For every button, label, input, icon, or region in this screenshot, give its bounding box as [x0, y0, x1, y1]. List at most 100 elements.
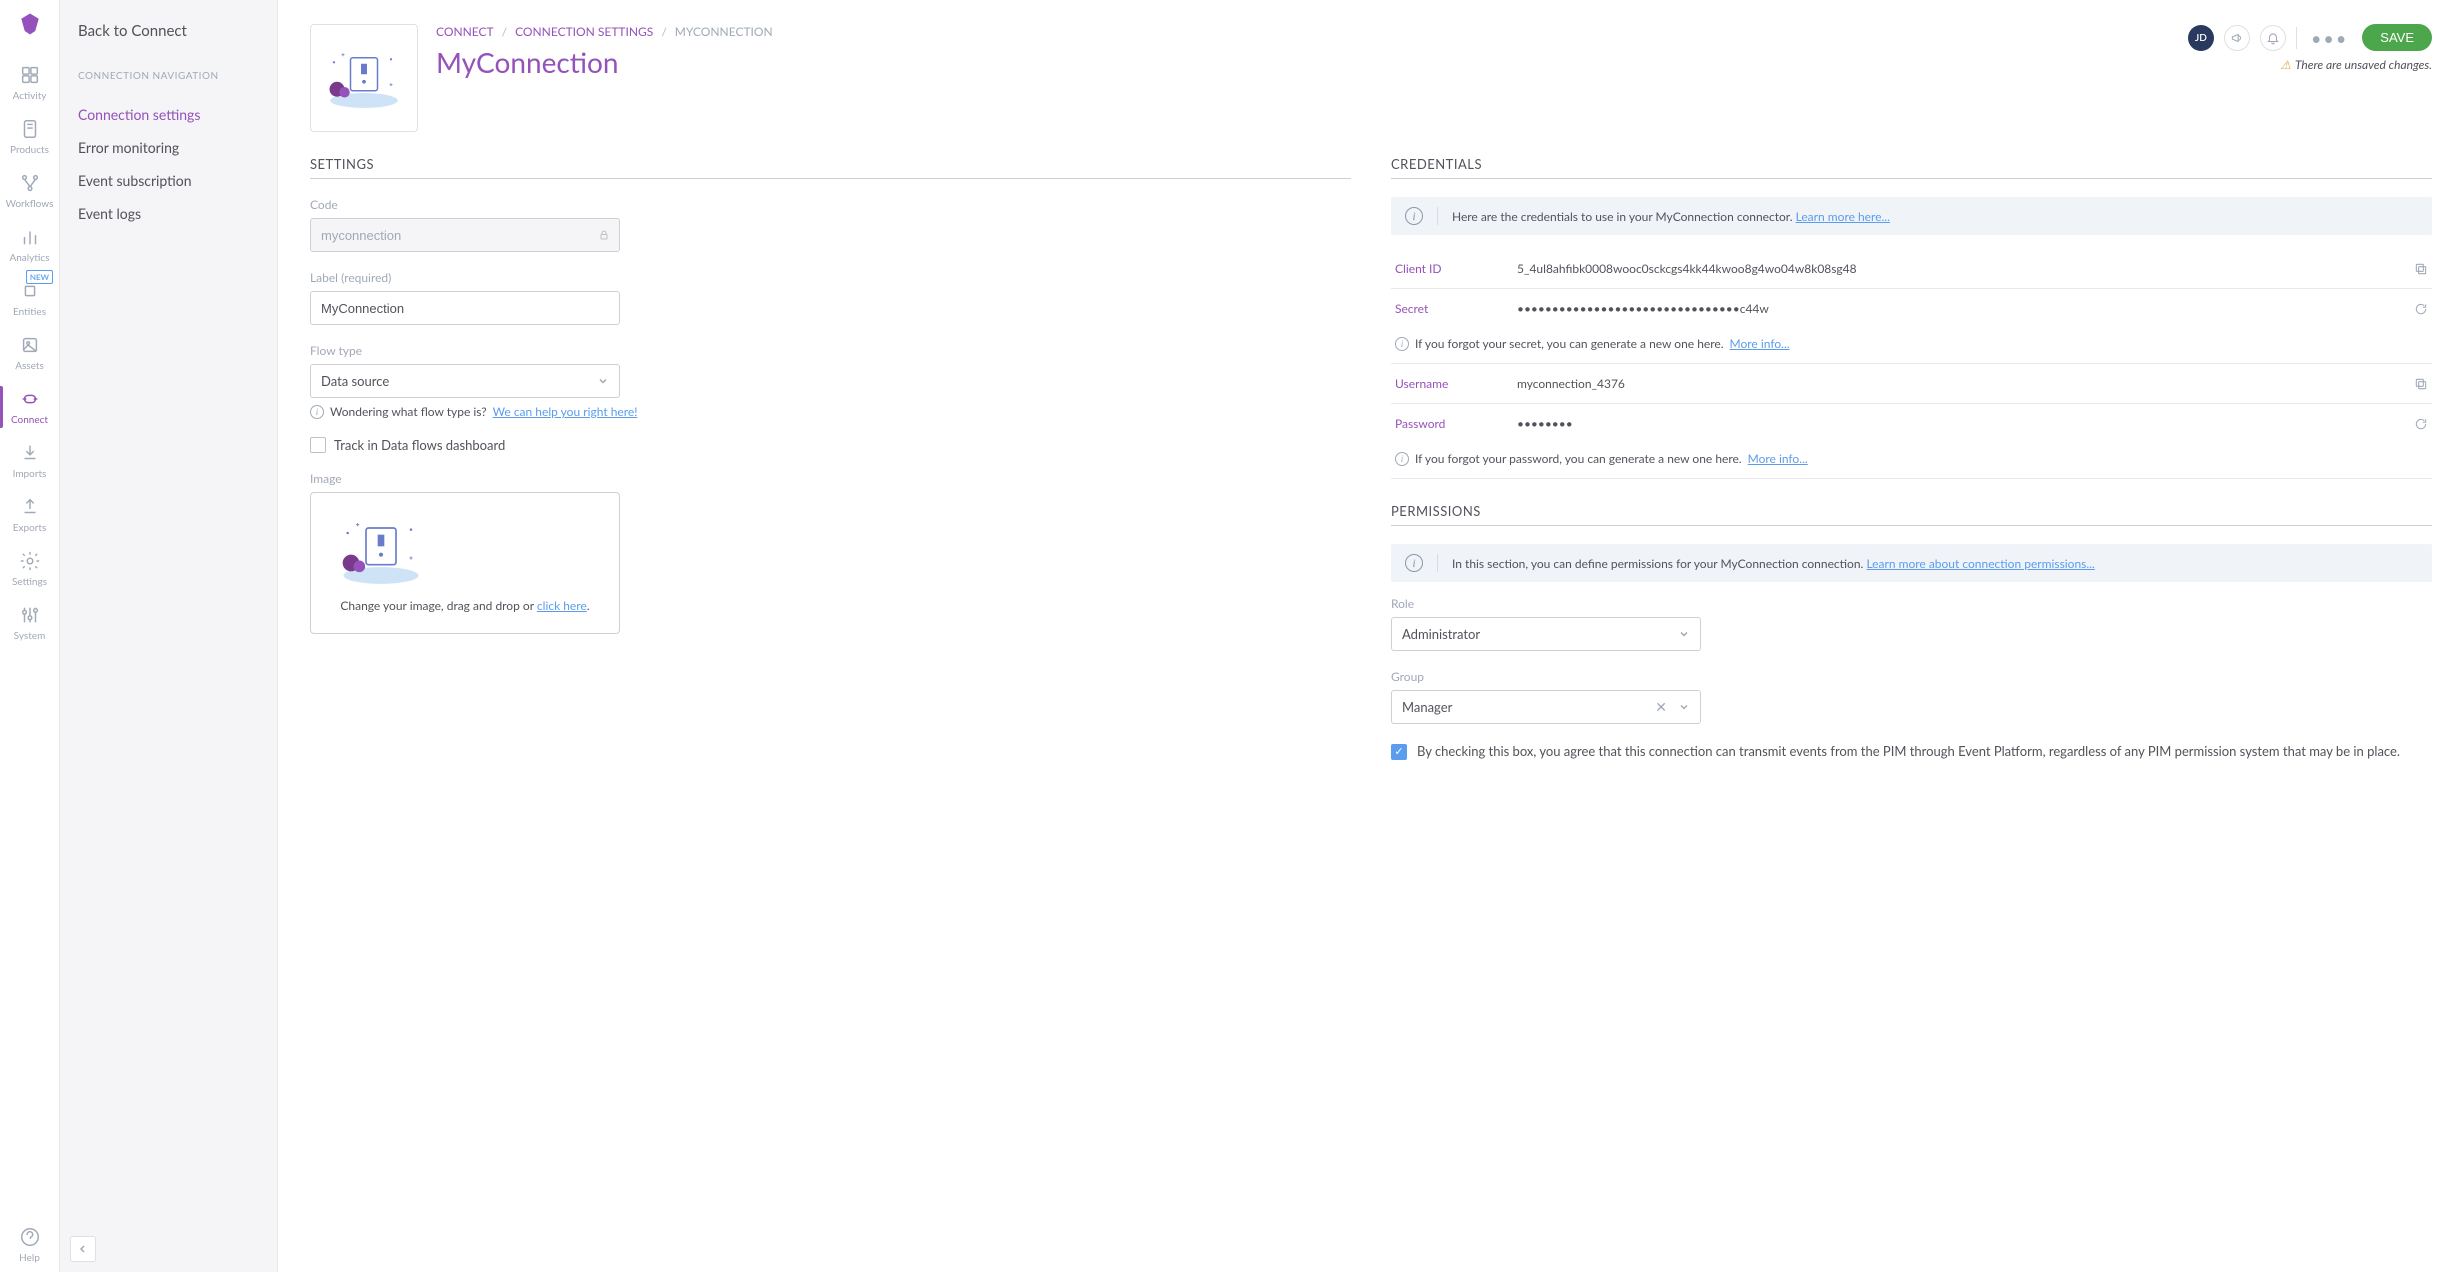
- page-title: MyConnection: [436, 45, 2170, 79]
- client-id-label: Client ID: [1395, 261, 1505, 276]
- image-label: Image: [310, 471, 1351, 486]
- secondary-nav: Back to Connect CONNECTION NAVIGATION Co…: [60, 0, 278, 1272]
- secnav-event-subscription[interactable]: Event subscription: [78, 164, 259, 197]
- content-area: CONNECT / CONNECTION SETTINGS / MYCONNEC…: [278, 0, 2464, 1272]
- breadcrumb-current: MYCONNECTION: [675, 24, 773, 39]
- image-click-here-link[interactable]: click here: [537, 598, 587, 613]
- info-icon: i: [1405, 207, 1423, 225]
- nav-settings[interactable]: Settings: [0, 542, 59, 596]
- nav-label: Imports: [13, 468, 47, 480]
- secret-value: ••••••••••••••••••••••••••••••••c44w: [1517, 301, 2402, 316]
- breadcrumb-connect[interactable]: CONNECT: [436, 24, 494, 39]
- agree-text: By checking this box, you agree that thi…: [1417, 742, 2400, 760]
- info-icon: i: [1395, 452, 1409, 466]
- password-help-text: If you forgot your password, you can gen…: [1415, 451, 1742, 466]
- connection-thumbnail: [310, 24, 418, 132]
- credentials-learn-more-link[interactable]: Learn more here...: [1796, 209, 1890, 224]
- nav-workflows[interactable]: Workflows: [0, 164, 59, 218]
- nav-label: Analytics: [9, 252, 49, 264]
- nav-system[interactable]: System: [0, 596, 59, 650]
- nav-label: Activity: [13, 90, 47, 102]
- track-label: Track in Data flows dashboard: [334, 437, 505, 453]
- code-input: [310, 218, 620, 252]
- info-icon: i: [1395, 337, 1409, 351]
- back-to-connect-link[interactable]: Back to Connect: [78, 22, 259, 40]
- label-label: Label (required): [310, 270, 1351, 285]
- credentials-banner: i Here are the credentials to use in you…: [1391, 197, 2432, 235]
- flowtype-help-text: Wondering what flow type is?: [330, 404, 487, 419]
- flowtype-help-link[interactable]: We can help you right here!: [493, 404, 638, 419]
- lock-icon: [598, 229, 610, 241]
- flowtype-select[interactable]: Data source: [310, 364, 620, 398]
- nav-label: Help: [19, 1252, 40, 1264]
- main-nav: Activity Products Workflows Analytics NE…: [0, 0, 60, 1272]
- copy-icon[interactable]: [2414, 262, 2428, 276]
- credentials-heading: CREDENTIALS: [1391, 156, 2432, 179]
- role-select[interactable]: Administrator: [1391, 617, 1701, 651]
- nav-label: Exports: [13, 522, 47, 534]
- username-value: myconnection_4376: [1517, 376, 2402, 391]
- permissions-learn-more-link[interactable]: Learn more about connection permissions.…: [1866, 556, 2094, 571]
- more-actions-button[interactable]: •••: [2307, 27, 2352, 49]
- nav-assets[interactable]: Assets: [0, 326, 59, 380]
- section-label: CONNECTION NAVIGATION: [78, 70, 259, 82]
- nav-activity[interactable]: Activity: [0, 56, 59, 110]
- chevron-down-icon: [1678, 628, 1690, 640]
- flowtype-label: Flow type: [310, 343, 1351, 358]
- nav-analytics[interactable]: Analytics: [0, 218, 59, 272]
- regenerate-icon[interactable]: [2414, 417, 2428, 431]
- secret-more-info-link[interactable]: More info...: [1730, 336, 1790, 351]
- group-label: Group: [1391, 669, 2432, 684]
- code-label: Code: [310, 197, 1351, 212]
- image-help-text: Change your image, drag and drop or: [340, 598, 536, 613]
- nav-label: Connect: [11, 414, 48, 426]
- info-icon: i: [310, 405, 324, 419]
- announcement-icon[interactable]: [2224, 25, 2250, 51]
- secret-label: Secret: [1395, 301, 1505, 316]
- nav-exports[interactable]: Exports: [0, 488, 59, 542]
- password-value: ••••••••: [1517, 416, 2402, 431]
- nav-entities[interactable]: NEW Entities: [0, 272, 59, 326]
- chevron-down-icon: [1678, 701, 1690, 713]
- nav-products[interactable]: Products: [0, 110, 59, 164]
- chevron-down-icon: [597, 375, 609, 387]
- image-upload-zone[interactable]: Change your image, drag and drop or clic…: [310, 492, 620, 634]
- logo-icon: [16, 10, 44, 38]
- settings-heading: SETTINGS: [310, 156, 1351, 179]
- nav-label: Entities: [13, 306, 46, 318]
- secnav-error-monitoring[interactable]: Error monitoring: [78, 131, 259, 164]
- nav-label: Products: [10, 144, 49, 156]
- client-id-value: 5_4ul8ahfibk0008wooc0sckcgs4kk44kwoo8g4w…: [1517, 261, 2402, 276]
- secret-help-text: If you forgot your secret, you can gener…: [1415, 336, 1724, 351]
- warning-icon: ⚠: [2280, 57, 2291, 72]
- collapse-sidebar-button[interactable]: [70, 1236, 96, 1262]
- nav-label: Settings: [12, 576, 47, 588]
- nav-imports[interactable]: Imports: [0, 434, 59, 488]
- username-label: Username: [1395, 376, 1505, 391]
- breadcrumb: CONNECT / CONNECTION SETTINGS / MYCONNEC…: [436, 24, 2170, 39]
- regenerate-icon[interactable]: [2414, 302, 2428, 316]
- track-checkbox[interactable]: [310, 437, 326, 453]
- breadcrumb-connection-settings[interactable]: CONNECTION SETTINGS: [515, 24, 653, 39]
- new-badge: NEW: [26, 270, 53, 284]
- nav-label: System: [14, 630, 46, 642]
- permissions-heading: PERMISSIONS: [1391, 503, 2432, 526]
- secnav-connection-settings[interactable]: Connection settings: [78, 98, 259, 131]
- password-more-info-link[interactable]: More info...: [1748, 451, 1808, 466]
- nav-connect[interactable]: Connect: [0, 380, 59, 434]
- role-label: Role: [1391, 596, 2432, 611]
- permissions-banner: i In this section, you can define permis…: [1391, 544, 2432, 582]
- unsaved-changes-warning: ⚠ There are unsaved changes.: [2280, 57, 2432, 72]
- copy-icon[interactable]: [2414, 377, 2428, 391]
- secnav-event-logs[interactable]: Event logs: [78, 197, 259, 230]
- agree-checkbox[interactable]: [1391, 744, 1407, 760]
- nav-help[interactable]: Help: [0, 1218, 59, 1272]
- notifications-icon[interactable]: [2260, 25, 2286, 51]
- save-button[interactable]: SAVE: [2362, 24, 2432, 51]
- info-icon: i: [1405, 554, 1423, 572]
- password-label: Password: [1395, 416, 1505, 431]
- clear-icon[interactable]: ✕: [1655, 698, 1667, 716]
- avatar[interactable]: JD: [2188, 25, 2214, 51]
- nav-label: Workflows: [6, 198, 54, 210]
- label-input[interactable]: [310, 291, 620, 325]
